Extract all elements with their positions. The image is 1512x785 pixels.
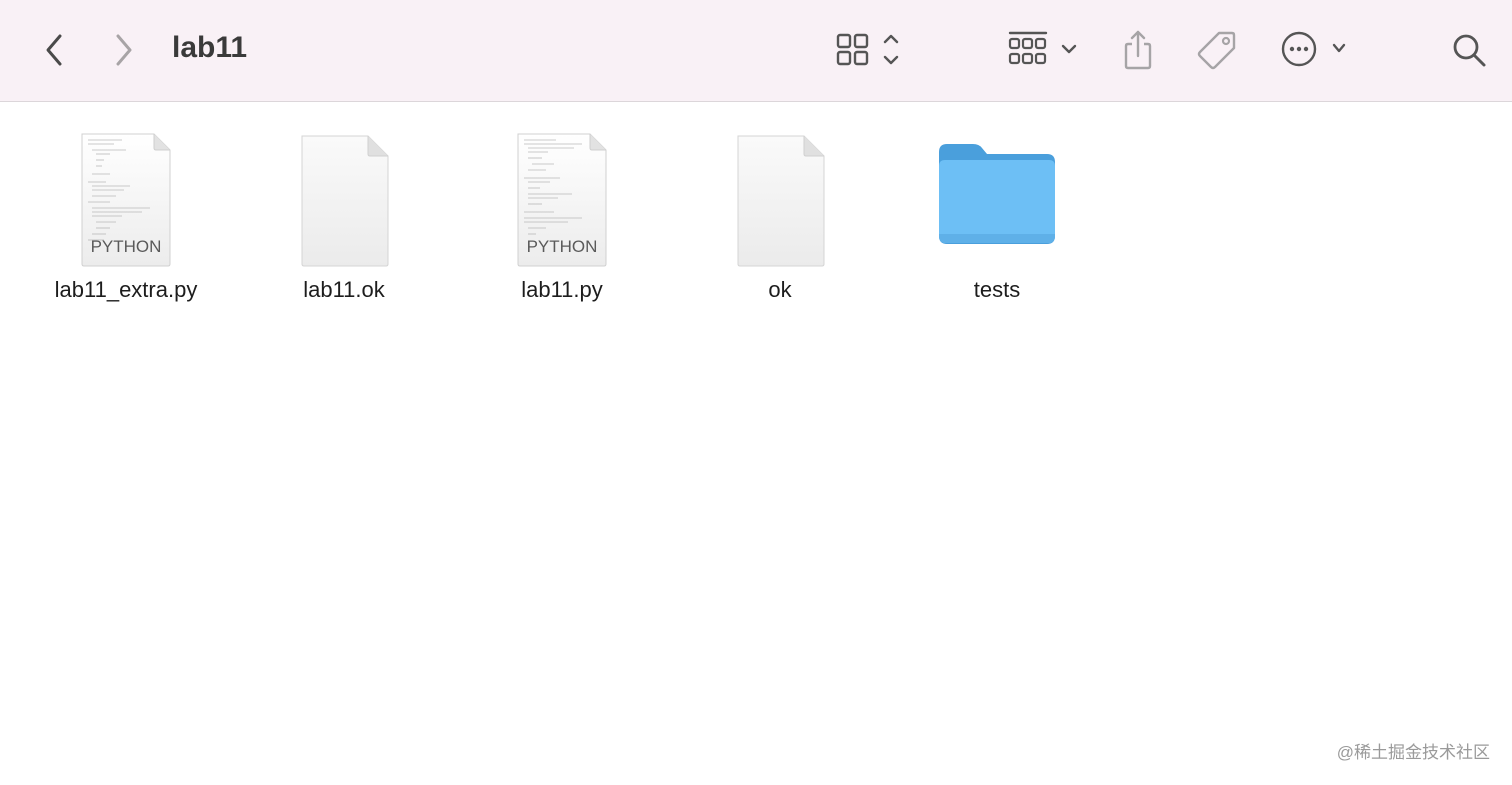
file-item[interactable]: ok (671, 102, 889, 312)
file-grid: PYTHON lab11_extra.py lab11.ok PYTHON la… (0, 102, 1512, 785)
icon-grid-view-icon (836, 33, 899, 66)
toolbar: lab11 (0, 0, 1512, 102)
tag-button[interactable] (1194, 26, 1240, 74)
back-button[interactable] (32, 28, 76, 72)
forward-button[interactable] (102, 28, 146, 72)
folder-name: tests (973, 277, 1021, 302)
ellipsis-circle-icon (1281, 31, 1346, 67)
group-by-icon (1008, 31, 1077, 65)
view-mode-button[interactable] (830, 28, 910, 72)
python-badge: PYTHON (527, 237, 598, 256)
more-actions-button[interactable] (1278, 28, 1354, 72)
python-badge: PYTHON (91, 237, 162, 256)
folder-item[interactable]: tests (888, 102, 1106, 312)
document-file-icon (284, 126, 404, 276)
file-name: ok (768, 277, 792, 302)
chevron-right-icon (116, 34, 132, 66)
file-item[interactable]: PYTHON lab11_extra.py (17, 102, 235, 312)
share-icon (1124, 30, 1152, 70)
file-name: lab11_extra.py (54, 277, 198, 302)
window-title: lab11 (172, 31, 248, 64)
python-file-icon: PYTHON (502, 126, 622, 276)
tag-icon (1197, 31, 1236, 70)
search-button[interactable] (1446, 28, 1492, 72)
file-name: lab11.py (521, 277, 603, 302)
group-by-button[interactable] (1002, 28, 1086, 72)
document-file-icon (720, 126, 840, 276)
chevron-left-icon (46, 34, 62, 66)
file-name: lab11.ok (303, 277, 385, 302)
share-button[interactable] (1116, 26, 1160, 74)
watermark: @稀土掘金技术社区 (1336, 743, 1490, 762)
search-icon (1453, 34, 1486, 67)
folder-icon (937, 126, 1057, 276)
file-item[interactable]: PYTHON lab11.py (453, 102, 671, 312)
python-file-icon: PYTHON (66, 126, 186, 276)
file-item[interactable]: lab11.ok (235, 102, 453, 312)
